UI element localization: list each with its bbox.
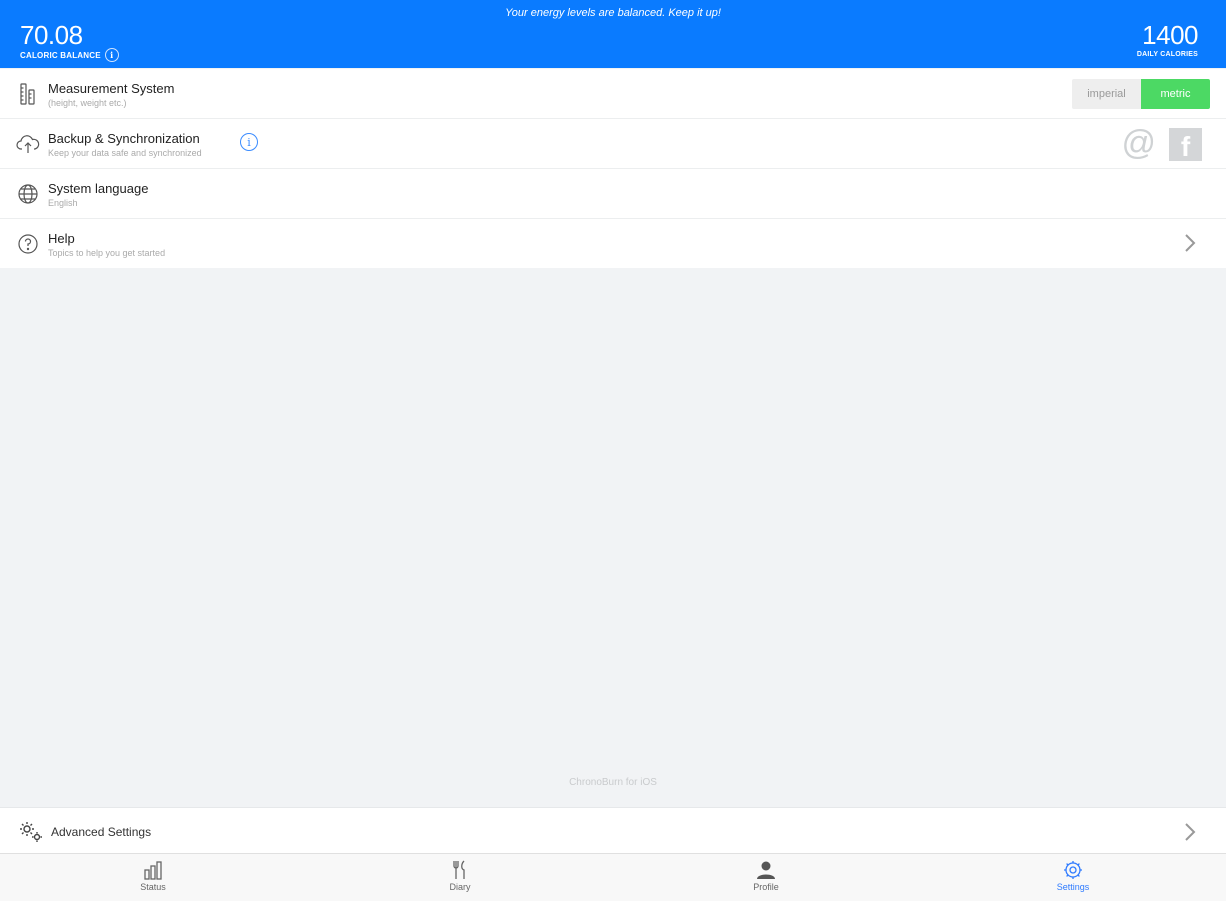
measurement-system-row: Measurement System (height, weight etc.)… [0, 69, 1226, 119]
energy-message: Your energy levels are balanced. Keep it… [505, 7, 721, 19]
caloric-balance-label-row: CALORIC BALANCE i [20, 48, 119, 62]
language-title: System language [48, 181, 149, 196]
backup-subtitle: Keep your data safe and synchronized [48, 148, 202, 158]
app-version-label: ChronoBurn for iOS [569, 777, 657, 788]
ruler-icon [20, 83, 35, 105]
gears-icon [20, 822, 42, 842]
tab-diary[interactable]: Diary [410, 860, 510, 892]
caloric-balance-label: CALORIC BALANCE [20, 50, 101, 60]
tab-diary-label: Diary [449, 882, 471, 892]
globe-icon [18, 184, 38, 204]
caloric-balance-value: 70.08 [20, 20, 83, 50]
backup-info-icon[interactable]: i [240, 133, 258, 151]
help-subtitle: Topics to help you get started [48, 248, 166, 258]
tab-settings[interactable]: Settings [1023, 860, 1123, 892]
summary-header: Your energy levels are balanced. Keep it… [0, 0, 1226, 68]
measurement-toggle: imperial metric [1072, 79, 1210, 109]
daily-calories-label: DAILY CALORIES [1136, 51, 1198, 58]
measurement-subtitle: (height, weight etc.) [48, 98, 127, 108]
tab-bar: Status Diary Profile Settings [0, 853, 1226, 901]
question-circle-icon [18, 234, 38, 254]
backup-title: Backup & Synchronization [48, 131, 200, 146]
bar-chart-icon [144, 861, 162, 880]
help-title: Help [48, 231, 75, 246]
help-text: Help Topics to help you get started [48, 231, 165, 258]
chevron-right-icon[interactable] [1180, 233, 1200, 253]
person-icon [757, 861, 775, 879]
tab-profile-label: Profile [753, 882, 779, 892]
caloric-balance-block: 70.08 CALORIC BALANCE i [20, 20, 119, 62]
backup-sync-row[interactable]: Backup & Synchronization Keep your data … [0, 119, 1226, 169]
language-text: System language English [48, 181, 148, 208]
advanced-settings-row[interactable]: Advanced Settings [0, 807, 1226, 854]
imperial-option[interactable]: imperial [1072, 79, 1141, 109]
help-row[interactable]: Help Topics to help you get started [0, 219, 1226, 268]
daily-calories-value: 1400 [1142, 20, 1198, 50]
caloric-info-icon[interactable]: i [104, 48, 119, 62]
metric-option[interactable]: metric [1141, 79, 1210, 109]
measurement-text: Measurement System (height, weight etc.) [48, 81, 174, 108]
settings-list: Measurement System (height, weight etc.)… [0, 69, 1226, 268]
facebook-sync-icon[interactable]: f [1169, 128, 1202, 161]
backup-text: Backup & Synchronization Keep your data … [48, 131, 202, 158]
fork-knife-icon [453, 860, 465, 879]
daily-calories-block: 1400 DAILY CALORIES [1136, 20, 1199, 58]
tab-status-label: Status [140, 882, 166, 892]
tab-status[interactable]: Status [103, 860, 203, 892]
tab-settings-label: Settings [1056, 882, 1090, 892]
system-language-row[interactable]: System language English [0, 169, 1226, 219]
email-sync-icon[interactable]: @ [1121, 125, 1156, 161]
tab-profile[interactable]: Profile [716, 860, 816, 892]
measurement-title: Measurement System [48, 81, 175, 96]
gear-icon [1064, 861, 1082, 879]
language-subtitle: English [48, 198, 78, 208]
cloud-upload-icon [16, 135, 40, 153]
advanced-settings-title: Advanced Settings [51, 825, 152, 839]
chevron-right-icon[interactable] [1180, 822, 1200, 842]
